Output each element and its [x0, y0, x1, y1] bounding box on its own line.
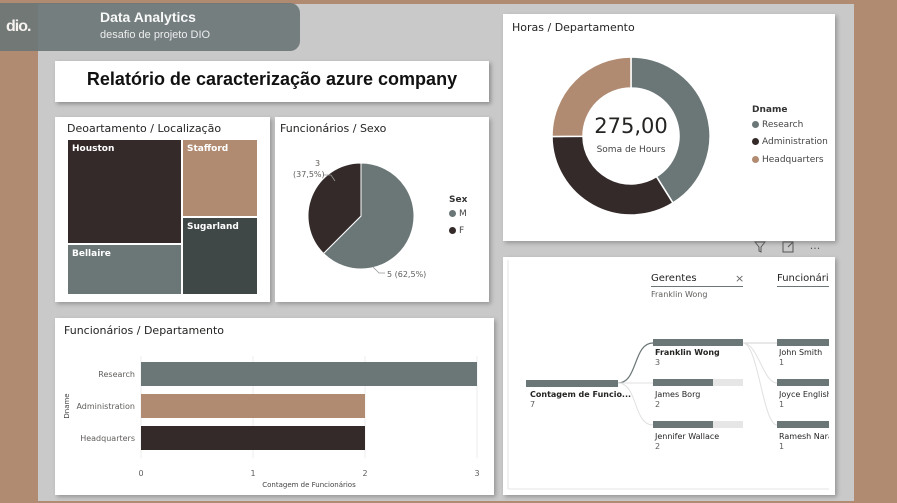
decomp-bar-fill — [653, 379, 714, 386]
legend-label: F — [459, 226, 465, 236]
bar-research[interactable] — [141, 362, 477, 386]
decomp-root-bar[interactable] — [526, 380, 618, 387]
donut-center-label: Soma de Hours — [596, 145, 666, 155]
close-icon[interactable]: × — [735, 272, 744, 285]
decomp-manager-name: James Borg — [655, 390, 701, 399]
decomp-manager-value: 2 — [655, 442, 661, 451]
decomp-manager-value: 3 — [655, 358, 661, 367]
treemap-label: Stafford — [187, 144, 229, 154]
decomp-root-label: Contagem de Funcio... — [530, 390, 632, 399]
donut-legend-title: Dname — [752, 105, 788, 115]
treemap-card[interactable]: Deoartamento / Localização Houston Staff… — [55, 117, 270, 302]
decomp-employee-value: 1 — [779, 358, 785, 367]
decomp-employee-bar[interactable] — [777, 339, 829, 346]
dio-logo: dio. — [6, 18, 31, 35]
pie-label-f-count: 3 — [315, 159, 321, 168]
decomp-col1-underline — [651, 286, 743, 287]
bar-headquarters[interactable] — [141, 426, 365, 450]
decomp-bar-fill — [777, 339, 829, 346]
pie-legend-f[interactable]: F — [449, 226, 464, 236]
donut-center-value: 275,00 — [594, 114, 668, 138]
legend-dot-icon — [449, 227, 456, 234]
decomp-employee-value: 1 — [779, 400, 785, 409]
decomp-manager-bar[interactable] — [653, 421, 743, 428]
legend-label: Administration — [762, 137, 828, 147]
bar-y-tick: Research — [98, 370, 135, 379]
bar-administration[interactable] — [141, 394, 365, 418]
legend-label: Headquarters — [762, 155, 824, 165]
decomp-bar-fill — [526, 380, 618, 387]
pie-leader-line — [372, 266, 385, 274]
decomp-bar-fill — [653, 339, 743, 346]
donut-legend-research[interactable]: Research — [752, 120, 803, 130]
header-banner: dio. Data Analytics desafio de projeto D… — [0, 3, 300, 51]
bar-chart[interactable]: 0 1 2 3 Research Administration Headquarters Co… — [55, 318, 494, 495]
decomp-employee-name: John Smith — [779, 348, 823, 357]
treemap-title: Deoartamento / Localização — [67, 122, 222, 135]
treemap-houston[interactable]: Houston — [67, 139, 182, 244]
decomp-col1-filter: Franklin Wong — [651, 290, 708, 299]
more-options-icon[interactable]: ··· — [805, 241, 825, 257]
decomp-col-funcionarios[interactable]: Funcionári — [777, 273, 829, 284]
pie-legend-m[interactable]: M — [449, 209, 467, 219]
legend-label: M — [459, 209, 467, 219]
bar-x-axis-label: Contagem de Funcionários — [262, 481, 356, 489]
bar-x-tick: 2 — [362, 469, 367, 478]
bar-y-tick: Administration — [76, 402, 135, 411]
donut-legend-administration[interactable]: Administration — [752, 137, 828, 147]
decomp-manager-value: 2 — [655, 400, 661, 409]
pie-legend-title: Sex — [449, 195, 468, 205]
treemap-label: Bellaire — [72, 249, 111, 259]
focus-mode-icon[interactable] — [778, 241, 798, 257]
treemap-stafford[interactable]: Stafford — [182, 139, 258, 217]
treemap-label: Houston — [72, 144, 115, 154]
bar-x-tick: 3 — [474, 469, 479, 478]
decomp-manager-name: Franklin Wong — [655, 348, 720, 357]
treemap-bellaire[interactable]: Bellaire — [67, 244, 182, 295]
donut-card[interactable]: Horas / Departamento 275,00 Soma de Hour… — [503, 14, 835, 241]
treemap-label: Sugarland — [187, 222, 239, 232]
decomp-employee-value: 1 — [779, 442, 785, 451]
decomp-manager-bar[interactable] — [653, 339, 743, 346]
legend-dot-icon — [449, 210, 456, 217]
bar-y-axis-label: Dname — [63, 393, 71, 418]
bar-x-tick: 0 — [138, 469, 143, 478]
decomp-bar-fill — [777, 379, 829, 386]
decomp-manager-bar[interactable] — [653, 379, 743, 386]
report-title: Relatório de caracterização azure compan… — [55, 61, 489, 102]
legend-dot-icon — [752, 138, 759, 145]
decomposition-tree-card[interactable]: Gerentes × Franklin Wong Funcionári Cont… — [503, 257, 835, 495]
decomp-col-gerentes[interactable]: Gerentes — [651, 273, 697, 284]
decomp-col2-underline — [777, 286, 829, 287]
decomp-employee-name: Ramesh Narayan — [779, 432, 829, 441]
decomp-employee-name: Joyce English — [779, 390, 829, 399]
donut-legend-headquarters[interactable]: Headquarters — [752, 155, 824, 165]
legend-dot-icon — [752, 121, 759, 128]
header-subtitle: desafio de projeto DIO — [100, 29, 211, 41]
pie-label-f-pct: (37,5%) — [293, 170, 325, 179]
decomp-employee-bar[interactable] — [777, 379, 829, 386]
decomp-bar-fill — [777, 421, 829, 428]
legend-label: Research — [762, 120, 804, 130]
pie-label-m: 5 (62,5%) — [387, 270, 427, 279]
bar-card[interactable]: Funcionários / Departamento 0 1 2 3 Research… — [55, 318, 494, 495]
header-title: Data Analytics — [100, 9, 196, 25]
decomp-manager-name: Jennifer Wallace — [655, 432, 720, 441]
bar-x-tick: 1 — [250, 469, 255, 478]
decomp-root-value: 7 — [530, 400, 536, 409]
decomp-employee-bar[interactable] — [777, 421, 829, 428]
legend-dot-icon — [752, 156, 759, 163]
pie-card[interactable]: Funcionários / Sexo 3 (37,5%) 5 (62,5%) … — [275, 117, 489, 302]
bar-y-tick: Headquarters — [80, 434, 135, 443]
treemap-sugarland[interactable]: Sugarland — [182, 217, 258, 295]
filter-icon[interactable] — [750, 241, 770, 257]
decomp-bar-fill — [653, 421, 714, 428]
